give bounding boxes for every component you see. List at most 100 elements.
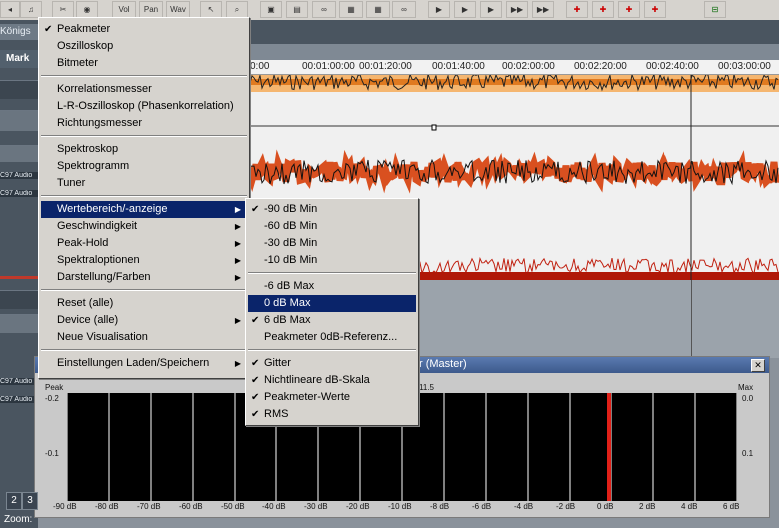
menu-item-label: Device (alle) (57, 314, 119, 326)
grid-icon[interactable]: ▦ (339, 1, 363, 18)
marker-red-4-icon[interactable]: ✚ (644, 1, 666, 18)
ruler-time-label: 00:01:20:00 (359, 61, 412, 72)
menu-item-label: Spektraloptionen (57, 254, 140, 266)
track-strip (248, 20, 779, 44)
menu-item[interactable]: Korrelationsmesser (41, 81, 247, 98)
close-icon[interactable]: ✕ (751, 359, 765, 372)
timeline-ruler[interactable]: 0:00 00:01:00:00 00:01:20:00 00:01:40:00 00:… (248, 60, 779, 75)
menu-separator (41, 135, 247, 137)
submenu-item[interactable]: 0 dB Max (248, 295, 416, 312)
submenu-item-label: 0 dB Max (264, 297, 311, 309)
submenu-item[interactable]: -30 dB Min (248, 235, 416, 252)
submenu-item-label: -6 dB Max (264, 280, 315, 292)
meter-scale-label: 6 dB (723, 502, 740, 511)
track-controls[interactable] (0, 110, 38, 131)
menu-item[interactable]: Device (alle) ▶ (41, 312, 247, 329)
small-value: 11.5 (419, 383, 434, 392)
play-marker-2-icon[interactable]: ▶ (454, 1, 476, 18)
menu-item[interactable]: Richtungsmesser (41, 115, 247, 132)
menu-item[interactable]: Peak-Hold ▶ (41, 235, 247, 252)
submenu-item-label: -60 dB Min (264, 220, 318, 232)
tab-3[interactable]: 3 (22, 492, 38, 510)
menu-item[interactable]: Darstellung/Farben ▶ (41, 269, 247, 286)
submenu-arrow-icon: ▶ (234, 222, 241, 231)
submenu-arrow-icon: ▶ (234, 273, 241, 282)
clipboard-icon[interactable]: ▤ (286, 1, 308, 18)
pointer-icon[interactable]: ↖ (200, 1, 222, 18)
chain-icon[interactable]: ∞ (392, 1, 416, 18)
menu-item[interactable]: Reset (alle) (41, 295, 247, 312)
meter-scale-label: -2 dB (556, 502, 576, 511)
submenu-item[interactable]: -10 dB Min (248, 252, 416, 269)
submenu-item-label: Gitter (264, 357, 291, 369)
checkmark-icon: ✔ (251, 204, 260, 215)
menu-item[interactable]: L-R-Oszilloskop (Phasenkorrelation) (41, 98, 247, 115)
menu-separator (41, 289, 247, 291)
submenu-item[interactable]: Nichtlineare dB-Skala ✔ (248, 372, 416, 389)
submenu-item-label: -10 dB Min (264, 254, 318, 266)
menu-item[interactable]: Oszilloskop (41, 38, 247, 55)
toolbar-left-icon[interactable]: ◂ (0, 1, 20, 18)
marker-red-3-icon[interactable]: ✚ (618, 1, 640, 18)
submenu-item[interactable]: RMS ✔ (248, 406, 416, 423)
meter-scale-label: -50 dB (221, 502, 245, 511)
meter-scale-label: -8 dB (430, 502, 450, 511)
checkmark-icon: ✔ (251, 358, 260, 369)
submenu-item[interactable]: 6 dB Max ✔ (248, 312, 416, 329)
menu-item[interactable]: Tuner (41, 175, 247, 192)
menu-item[interactable]: Spektrogramm (41, 158, 247, 175)
vol-button[interactable]: Vol (112, 1, 136, 18)
zoom-icon[interactable]: ⌕ (226, 1, 248, 18)
track-header[interactable] (0, 80, 38, 99)
forward-icon[interactable]: ▶▶ (532, 1, 554, 18)
submenu-item[interactable]: -60 dB Min (248, 218, 416, 235)
submenu-item[interactable]: -90 dB Min ✔ (248, 201, 416, 218)
ruler-time-label: 00:03:00:00 (718, 61, 771, 72)
menu-item[interactable]: Wertebereich/-anzeige ▶ (41, 201, 247, 218)
scissors-icon[interactable]: ✂ (52, 1, 74, 18)
grid-large-icon[interactable]: ▦ (366, 1, 390, 18)
marker-red-icon[interactable]: ✚ (566, 1, 588, 18)
meter-scale-label: 4 dB (681, 502, 698, 511)
record-icon[interactable]: ◉ (76, 1, 98, 18)
lock-icon[interactable]: ▣ (260, 1, 282, 18)
tab-2[interactable]: 2 (6, 492, 22, 510)
menu-item[interactable]: Peakmeter ✔ (41, 21, 247, 38)
peak-label: Peak (45, 383, 64, 392)
menu-item[interactable]: Einstellungen Laden/Speichern ▶ (41, 355, 247, 372)
skip-icon[interactable]: ▶▶ (506, 1, 528, 18)
submenu-item[interactable]: Gitter ✔ (248, 355, 416, 372)
meter-scale-label: -30 dB (304, 502, 328, 511)
submenu-item[interactable]: -6 dB Max (248, 278, 416, 295)
value-range-submenu: -90 dB Min ✔ -60 dB Min -30 dB Min -10 dB Mi… (245, 198, 419, 426)
wav-button[interactable]: Wav (166, 1, 190, 18)
bottom-tabs: 2 3 (0, 492, 38, 512)
menu-item-label: Spektrogramm (57, 160, 130, 172)
menu-item[interactable]: Bitmeter (41, 55, 247, 72)
toolbar-dropdown-icon[interactable]: ♫ (20, 1, 42, 18)
tab-mark[interactable]: Mark (0, 50, 38, 68)
link-icon[interactable]: ∞ (312, 1, 336, 18)
ruler-time-label: 00:02:40:00 (646, 61, 699, 72)
menu-item-label: Oszilloskop (57, 40, 114, 52)
track-controls[interactable] (0, 314, 38, 333)
menu-item[interactable]: Neue Visualisation (41, 329, 247, 346)
right-val-top: 0.0 (742, 394, 754, 403)
submenu-item[interactable]: Peakmeter 0dB-Referenz... (248, 329, 416, 346)
menu-item-label: Korrelationsmesser (57, 83, 152, 95)
menu-item[interactable]: Spektraloptionen ▶ (41, 252, 247, 269)
meter-scale-label: 0 dB (597, 502, 614, 511)
menu-item[interactable]: Geschwindigkeit ▶ (41, 218, 247, 235)
submenu-item-label: -30 dB Min (264, 237, 318, 249)
play-marker-icon[interactable]: ▶ (428, 1, 450, 18)
submenu-item[interactable]: Peakmeter-Werte ✔ (248, 389, 416, 406)
track-header[interactable] (0, 290, 38, 309)
menu-separator (41, 349, 247, 351)
menu-item[interactable]: Spektroskop (41, 141, 247, 158)
track-controls[interactable] (0, 145, 38, 162)
monitor-icon[interactable]: ⊟ (704, 1, 726, 18)
play-marker-3-icon[interactable]: ▶ (480, 1, 502, 18)
pan-button[interactable]: Pan (139, 1, 163, 18)
marker-red-2-icon[interactable]: ✚ (592, 1, 614, 18)
track-audio-label: C97 Audio (0, 396, 38, 403)
